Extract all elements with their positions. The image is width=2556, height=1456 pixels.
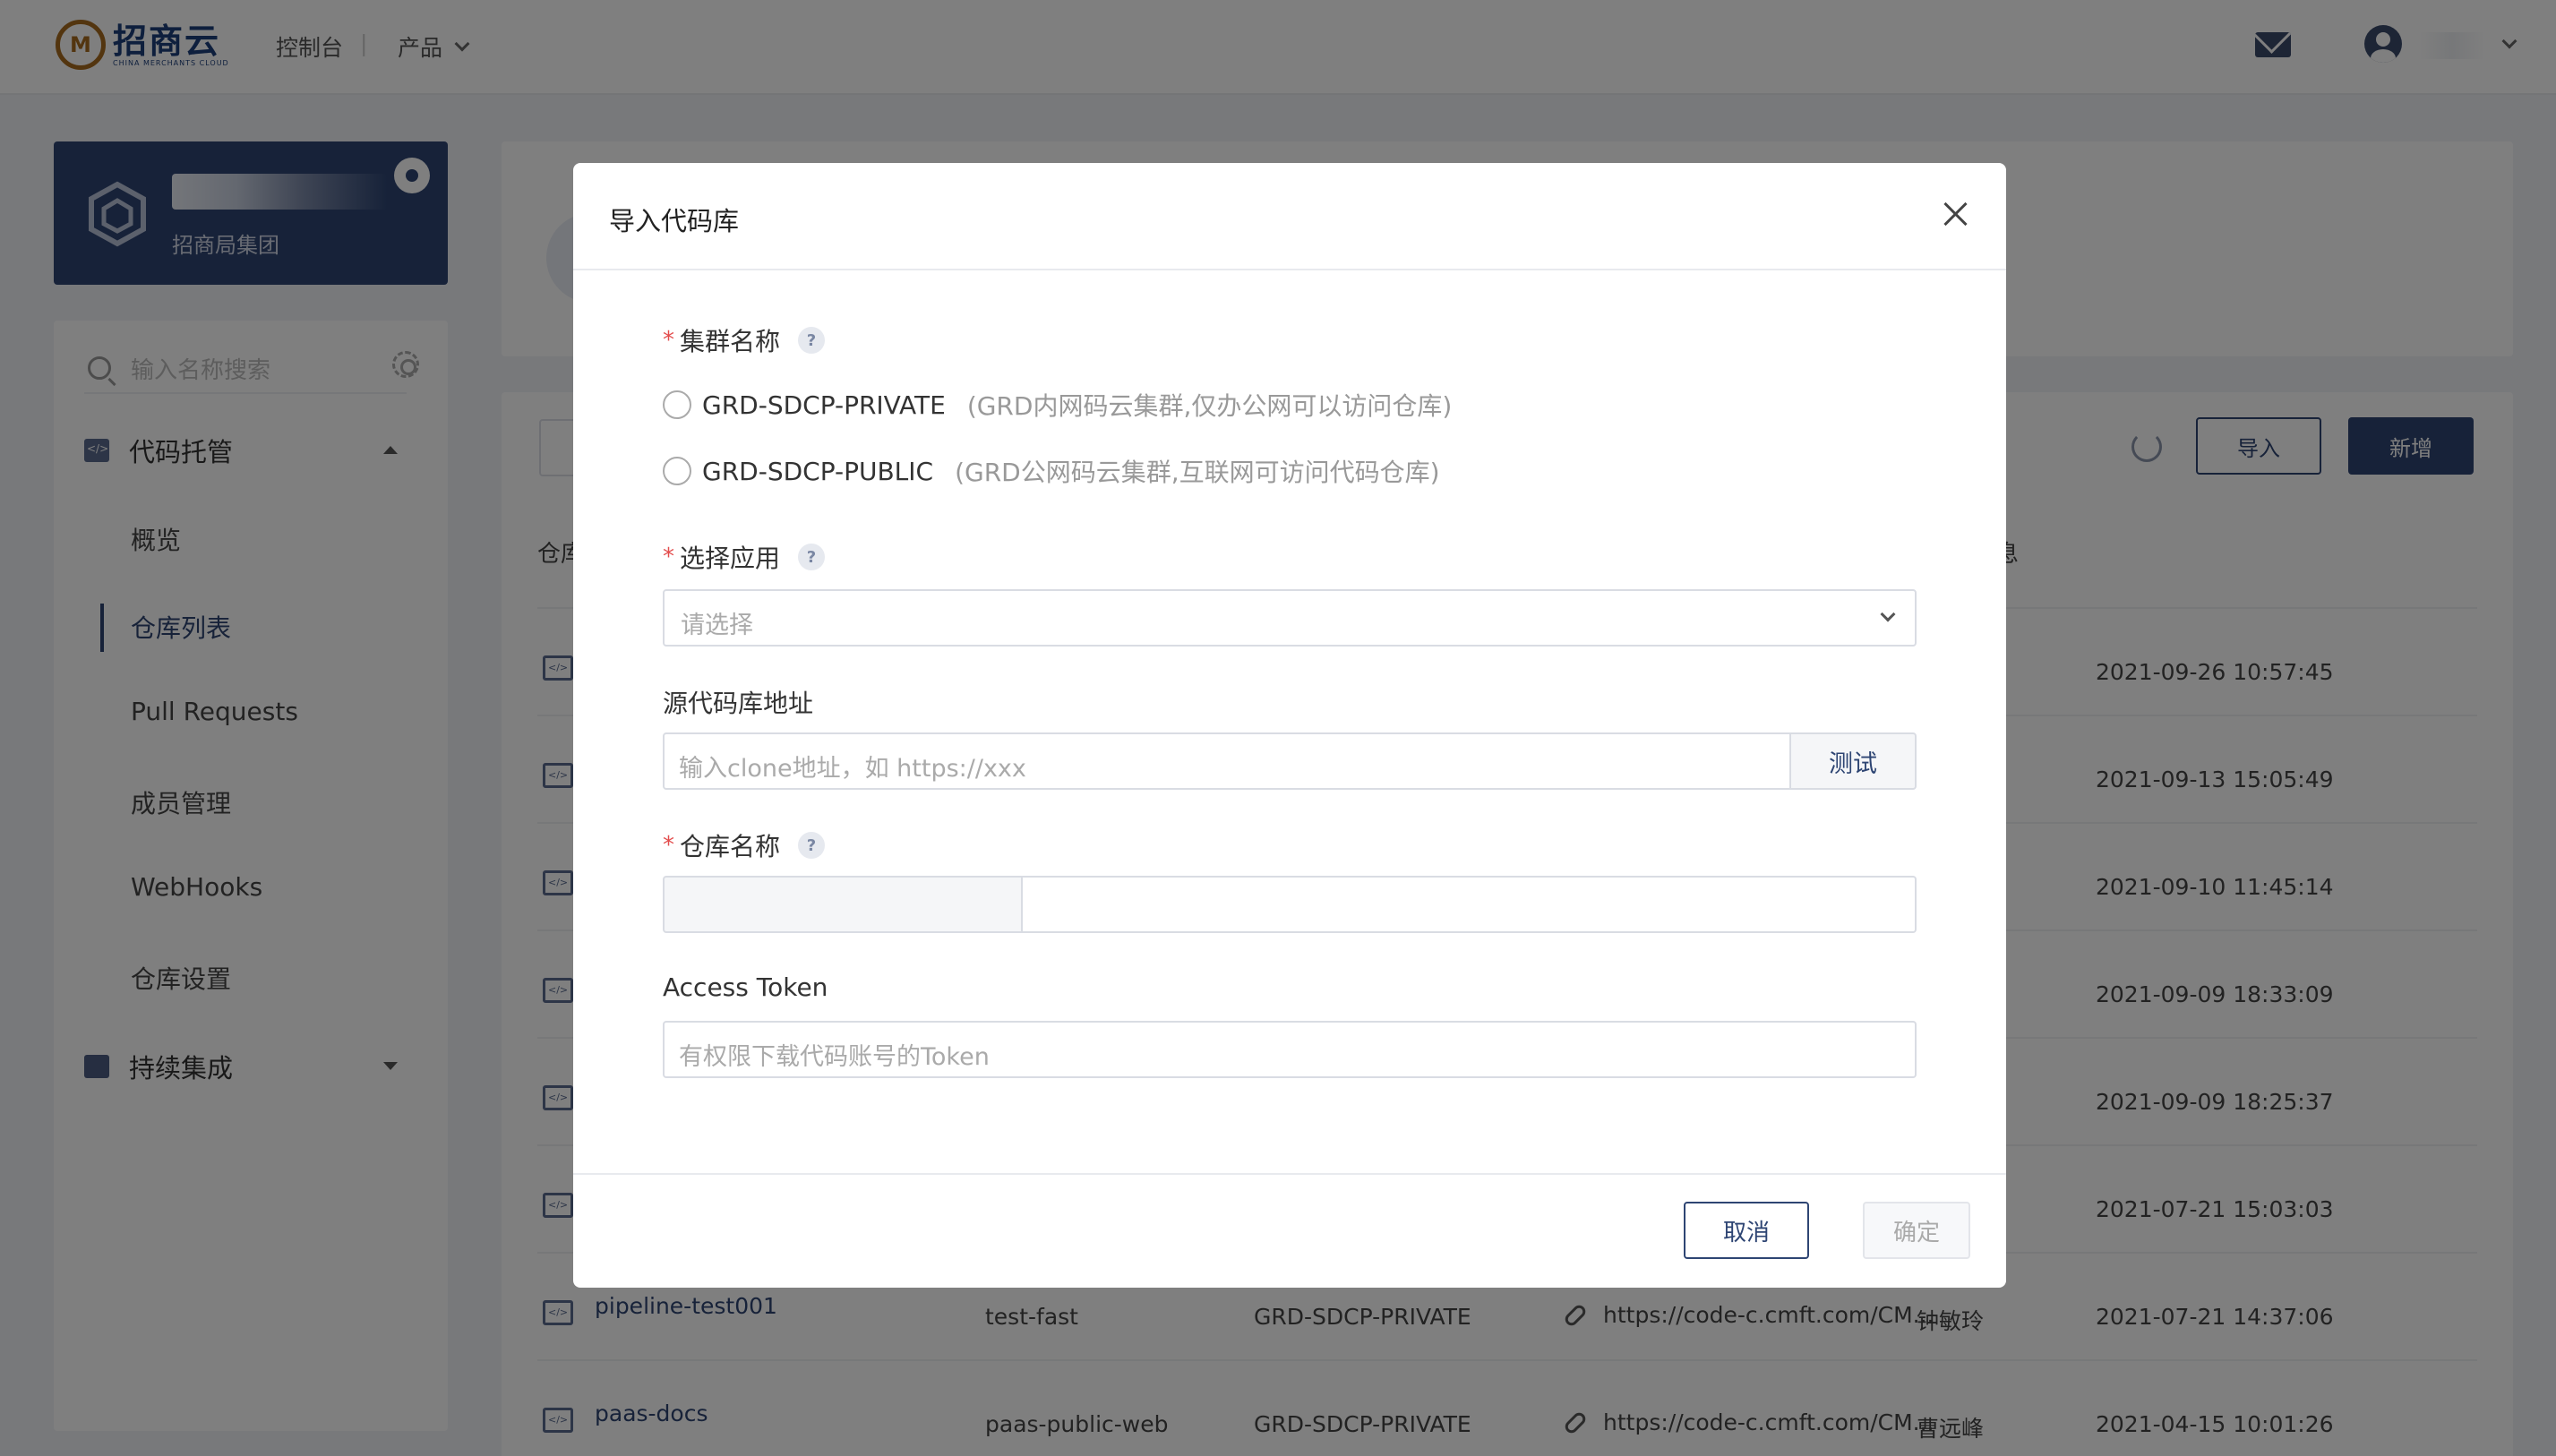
radio-button[interactable]	[663, 457, 691, 485]
cancel-button[interactable]: 取消	[1684, 1202, 1809, 1259]
app-field-label: * 选择应用 ?	[663, 539, 826, 575]
app-label-text: 选择应用	[680, 544, 781, 573]
cluster-option-private[interactable]: GRD-SDCP-PRIVATE (GRD内网码云集群,仅办公网可以访问仓库)	[663, 387, 1452, 423]
required-mark: *	[663, 544, 674, 570]
chevron-down-icon	[1880, 606, 1896, 622]
cluster-label-text: 集群名称	[680, 327, 781, 356]
token-field-label: Access Token	[663, 972, 828, 1002]
cluster-option-label: GRD-SDCP-PRIVATE	[702, 390, 946, 420]
access-token-placeholder: 有权限下载代码账号的Token	[679, 1043, 990, 1071]
modal-title: 导入代码库	[609, 206, 740, 236]
cluster-field-label: * 集群名称 ?	[663, 322, 826, 358]
modal-footer: 取消 确定	[573, 1173, 2006, 1288]
repo-name-field-label: * 仓库名称 ?	[663, 827, 826, 863]
test-connection-button[interactable]: 测试	[1789, 732, 1917, 790]
cluster-option-note: (GRD内网码云集群,仅办公网可以访问仓库)	[966, 391, 1453, 421]
access-token-input[interactable]: 有权限下载代码账号的Token	[663, 1021, 1917, 1078]
help-icon[interactable]: ?	[798, 327, 826, 354]
confirm-button[interactable]: 确定	[1863, 1202, 1970, 1259]
app-select-placeholder: 请选择	[681, 612, 753, 639]
required-mark: *	[663, 327, 674, 354]
source-url-placeholder: 输入clone地址，如 https://xxx	[679, 755, 1026, 783]
radio-button[interactable]	[663, 390, 691, 419]
cluster-option-public[interactable]: GRD-SDCP-PUBLIC (GRD公网码云集群,互联网可访问代码仓库)	[663, 453, 1440, 489]
source-label-text: 源代码库地址	[663, 689, 814, 718]
import-repo-modal: 导入代码库 * 集群名称 ? GRD-SDCP-PRIVATE (GRD内网码云…	[573, 163, 2006, 1288]
close-icon[interactable]	[1938, 197, 1974, 233]
app-select[interactable]: 请选择	[663, 589, 1917, 647]
modal-header: 导入代码库	[573, 163, 2006, 270]
help-icon[interactable]: ?	[798, 832, 826, 859]
repo-name-input[interactable]	[1021, 876, 1917, 933]
source-field-label: 源代码库地址	[663, 684, 813, 720]
required-mark: *	[663, 832, 674, 859]
token-label-text: Access Token	[663, 972, 828, 1002]
cluster-option-label: GRD-SDCP-PUBLIC	[702, 456, 934, 486]
repo-name-prefix	[663, 876, 1023, 933]
source-url-input[interactable]: 输入clone地址，如 https://xxx	[663, 732, 1791, 790]
repo-name-label-text: 仓库名称	[680, 832, 781, 861]
cluster-option-note: (GRD公网码云集群,互联网可访问代码仓库)	[955, 458, 1440, 487]
help-icon[interactable]: ?	[798, 544, 826, 570]
app-root: M 招商云 CHINA MERCHANTS CLOUD 控制台 | 产品 招商局…	[0, 0, 2556, 1456]
